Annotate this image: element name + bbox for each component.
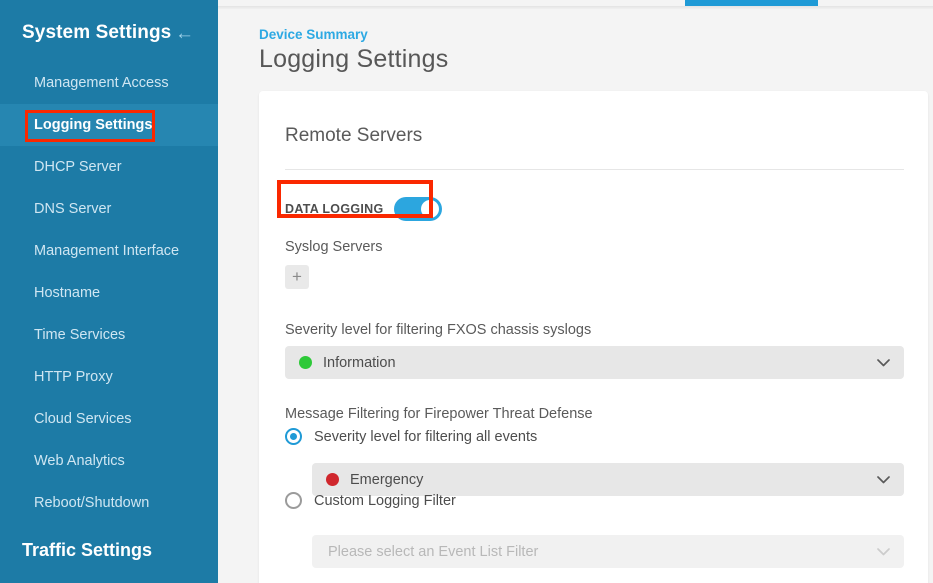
card-title: Remote Servers	[285, 125, 423, 146]
main-content: Device Summary Logging Settings Remote S…	[218, 9, 933, 583]
sidebar-title: System Settings	[22, 22, 172, 43]
breadcrumb-device-summary[interactable]: Device Summary	[259, 27, 368, 42]
active-tab-indicator[interactable]	[685, 0, 818, 6]
arrow-left-icon[interactable]: ←	[175, 24, 196, 43]
all-events-severity-value: Emergency	[350, 471, 424, 488]
fxos-severity-select[interactable]: Information	[285, 346, 904, 379]
radio-custom-logging-filter[interactable]: Custom Logging Filter	[285, 492, 456, 509]
page-title: Logging Settings	[259, 45, 449, 73]
message-filtering-label: Message Filtering for Firepower Threat D…	[285, 406, 593, 422]
card-divider	[285, 169, 904, 170]
fxos-severity-value: Information	[323, 354, 396, 371]
sidebar-item-management-access[interactable]: Management Access	[0, 62, 218, 104]
sidebar-header: System Settings ←	[0, 0, 218, 62]
top-tab-strip	[218, 0, 933, 10]
radio-severity-label: Severity level for filtering all events	[314, 428, 538, 445]
sidebar-item-cloud-services[interactable]: Cloud Services	[0, 398, 218, 440]
sidebar-item-hostname[interactable]: Hostname	[0, 272, 218, 314]
severity-dot-information	[299, 356, 312, 369]
add-syslog-server-button[interactable]: +	[285, 265, 309, 289]
fxos-severity-label: Severity level for filtering FXOS chassi…	[285, 322, 592, 338]
sidebar-item-time-services[interactable]: Time Services	[0, 314, 218, 356]
event-list-filter-placeholder: Please select an Event List Filter	[328, 543, 539, 560]
syslog-servers-label: Syslog Servers	[285, 239, 383, 255]
custom-filter-label: Custom Logging Filter	[314, 492, 456, 509]
sidebar: System Settings ← Management Access Logg…	[0, 0, 218, 583]
radio-button-unselected	[285, 492, 302, 509]
data-logging-toggle[interactable]	[393, 197, 442, 221]
chevron-down-icon	[877, 358, 890, 367]
severity-dot-emergency	[326, 473, 339, 486]
sidebar-item-http-proxy[interactable]: HTTP Proxy	[0, 356, 218, 398]
data-logging-label: DATA LOGGING	[285, 202, 384, 216]
sidebar-item-reboot-shutdown[interactable]: Reboot/Shutdown	[0, 482, 218, 524]
toggle-knob	[420, 200, 439, 218]
sidebar-item-logging-settings[interactable]: Logging Settings	[0, 104, 218, 146]
radio-button-selected	[285, 428, 302, 445]
chevron-down-icon	[877, 547, 890, 556]
sidebar-item-dns-server[interactable]: DNS Server	[0, 188, 218, 230]
event-list-filter-select[interactable]: Please select an Event List Filter	[312, 535, 904, 568]
remote-servers-card: Remote Servers DATA LOGGING Syslog Serve…	[259, 91, 928, 583]
chevron-down-icon	[877, 475, 890, 484]
data-logging-row: DATA LOGGING	[285, 197, 442, 221]
sidebar-group-traffic-settings[interactable]: Traffic Settings	[0, 524, 218, 571]
sidebar-item-dhcp-server[interactable]: DHCP Server	[0, 146, 218, 188]
radio-severity-level-all-events[interactable]: Severity level for filtering all events	[285, 428, 537, 445]
app-root: System Settings ← Management Access Logg…	[0, 0, 933, 583]
sidebar-item-management-interface[interactable]: Management Interface	[0, 230, 218, 272]
sidebar-item-web-analytics[interactable]: Web Analytics	[0, 440, 218, 482]
